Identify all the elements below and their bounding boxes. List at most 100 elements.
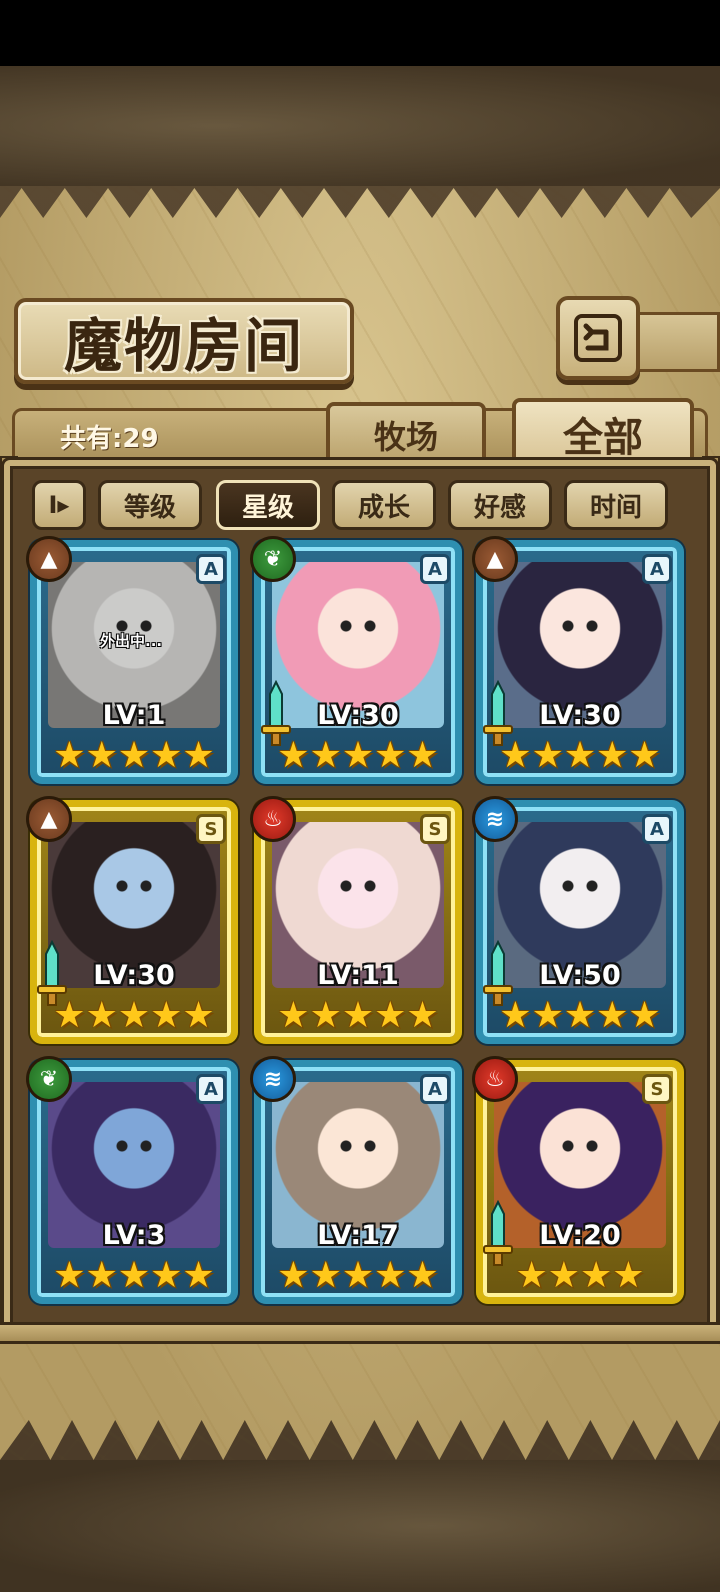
- star-icon: ★: [628, 995, 661, 1036]
- monster-card[interactable]: ▲ A LV:30 ★ ★ ★ ★ ★: [472, 536, 684, 784]
- away-status-label: 外出中...: [100, 632, 163, 650]
- monster-level: LV:30: [539, 700, 621, 731]
- star-icon: ★: [277, 1255, 310, 1296]
- star-icon: ★: [406, 1255, 439, 1296]
- monster-level: LV:50: [539, 960, 621, 991]
- earth-icon: ▲: [472, 536, 518, 582]
- star-icon: ★: [85, 995, 118, 1036]
- fire-icon: ♨: [250, 796, 296, 842]
- star-icon: ★: [182, 735, 215, 776]
- star-icon: ★: [563, 995, 597, 1036]
- monster-card[interactable]: ♨ S LV:11 ★ ★ ★ ★ ★: [250, 796, 462, 1044]
- monster-level: LV:3: [102, 1220, 166, 1251]
- star-icon: ★: [85, 735, 118, 776]
- monster-card[interactable]: ❦ A LV:3 ★ ★ ★ ★ ★: [26, 1056, 238, 1304]
- nature-icon: ❦: [250, 536, 296, 582]
- star-icon: ★: [499, 735, 532, 776]
- star-rating: ★ ★ ★ ★: [500, 1256, 660, 1296]
- star-rating: ★ ★ ★ ★ ★: [53, 1255, 215, 1296]
- status-bar: [0, 0, 720, 66]
- star-icon: ★: [499, 995, 532, 1036]
- star-icon: ★: [374, 995, 407, 1036]
- rank-badge: S: [196, 814, 226, 844]
- star-icon: ★: [309, 1255, 342, 1296]
- rank-badge: S: [642, 1074, 672, 1104]
- star-icon: ★: [85, 1255, 118, 1296]
- star-rating: ★ ★ ★ ★ ★: [499, 735, 661, 776]
- star-rating: ★ ★ ★ ★ ★: [53, 995, 215, 1036]
- monster-level: LV:1: [102, 700, 166, 731]
- monster-card[interactable]: 外出中... ▲ A LV:1 ★ ★ ★ ★ ★: [26, 536, 238, 784]
- star-icon: ★: [182, 1255, 215, 1296]
- star-rating: ★ ★ ★ ★ ★: [277, 1255, 439, 1296]
- rank-badge: A: [196, 554, 226, 584]
- rank-badge: A: [420, 554, 450, 584]
- sort-growth-button[interactable]: 成长: [332, 480, 436, 530]
- sort-affection-button[interactable]: 好感: [448, 480, 552, 530]
- back-arrow-icon: [574, 314, 622, 362]
- star-icon: ★: [596, 995, 629, 1036]
- monster-card[interactable]: ≋ A LV:17 ★ ★ ★ ★ ★: [250, 1056, 462, 1304]
- water-icon: ≋: [472, 796, 518, 842]
- map-band-bottom: [0, 1460, 720, 1592]
- star-rating: ★ ★ ★ ★ ★: [499, 995, 661, 1036]
- monster-level: LV:30: [93, 960, 175, 991]
- star-icon: ★: [117, 1255, 151, 1296]
- star-icon: ★: [309, 735, 342, 776]
- star-icon: ★: [341, 1255, 375, 1296]
- star-icon: ★: [150, 735, 183, 776]
- star-icon: ★: [580, 1255, 613, 1296]
- star-icon: ★: [277, 995, 310, 1036]
- star-icon: ★: [182, 995, 215, 1036]
- page-title: 魔物房间: [63, 312, 304, 380]
- rank-badge: S: [420, 814, 450, 844]
- star-icon: ★: [596, 735, 629, 776]
- sort-time-button[interactable]: 时间: [564, 480, 668, 530]
- star-icon: ★: [628, 735, 661, 776]
- sort-star-button[interactable]: 星级: [216, 480, 320, 530]
- rank-badge: A: [642, 554, 672, 584]
- star-icon: ★: [341, 735, 375, 776]
- earth-icon: ▲: [26, 536, 72, 582]
- star-icon: ★: [515, 1255, 548, 1296]
- tab-pasture[interactable]: 牧场: [326, 402, 486, 468]
- star-icon: ★: [53, 995, 86, 1036]
- star-icon: ★: [53, 1255, 86, 1296]
- sort-order-toggle[interactable]: I▸: [32, 480, 86, 530]
- star-icon: ★: [150, 1255, 183, 1296]
- sort-level-button[interactable]: 等级: [98, 480, 202, 530]
- water-icon: ≋: [250, 1056, 296, 1102]
- monster-card[interactable]: ▲ S LV:30 ★ ★ ★ ★ ★: [26, 796, 238, 1044]
- star-icon: ★: [150, 995, 183, 1036]
- star-icon: ★: [53, 735, 86, 776]
- monster-card[interactable]: ❦ A LV:30 ★ ★ ★ ★ ★: [250, 536, 462, 784]
- star-rating: ★ ★ ★ ★ ★: [277, 995, 439, 1036]
- star-icon: ★: [117, 735, 151, 776]
- title-plate: 魔物房间: [14, 298, 354, 384]
- monster-level: LV:20: [539, 1220, 621, 1251]
- star-rating: ★ ★ ★ ★ ★: [53, 735, 215, 776]
- rank-badge: A: [196, 1074, 226, 1104]
- star-icon: ★: [547, 1255, 580, 1296]
- monster-card[interactable]: ≋ A LV:50 ★ ★ ★ ★ ★: [472, 796, 684, 1044]
- monster-level: LV:30: [317, 700, 399, 731]
- rank-badge: A: [420, 1074, 450, 1104]
- star-icon: ★: [117, 995, 151, 1036]
- fire-icon: ♨: [472, 1056, 518, 1102]
- star-icon: ★: [406, 735, 439, 776]
- map-band-top: [0, 66, 720, 186]
- star-icon: ★: [531, 995, 564, 1036]
- star-icon: ★: [341, 995, 375, 1036]
- rank-badge: A: [642, 814, 672, 844]
- panel-bottom-rail: [0, 1322, 720, 1344]
- monster-level: LV:11: [317, 960, 399, 991]
- total-count: 共有:29: [60, 424, 159, 454]
- star-icon: ★: [406, 995, 439, 1036]
- star-icon: ★: [374, 735, 407, 776]
- nature-icon: ❦: [26, 1056, 72, 1102]
- star-rating: ★ ★ ★ ★ ★: [277, 735, 439, 776]
- star-icon: ★: [612, 1255, 645, 1296]
- back-button[interactable]: [556, 296, 640, 380]
- monster-card[interactable]: ♨ S LV:20 ★ ★ ★ ★: [472, 1056, 684, 1304]
- star-icon: ★: [531, 735, 564, 776]
